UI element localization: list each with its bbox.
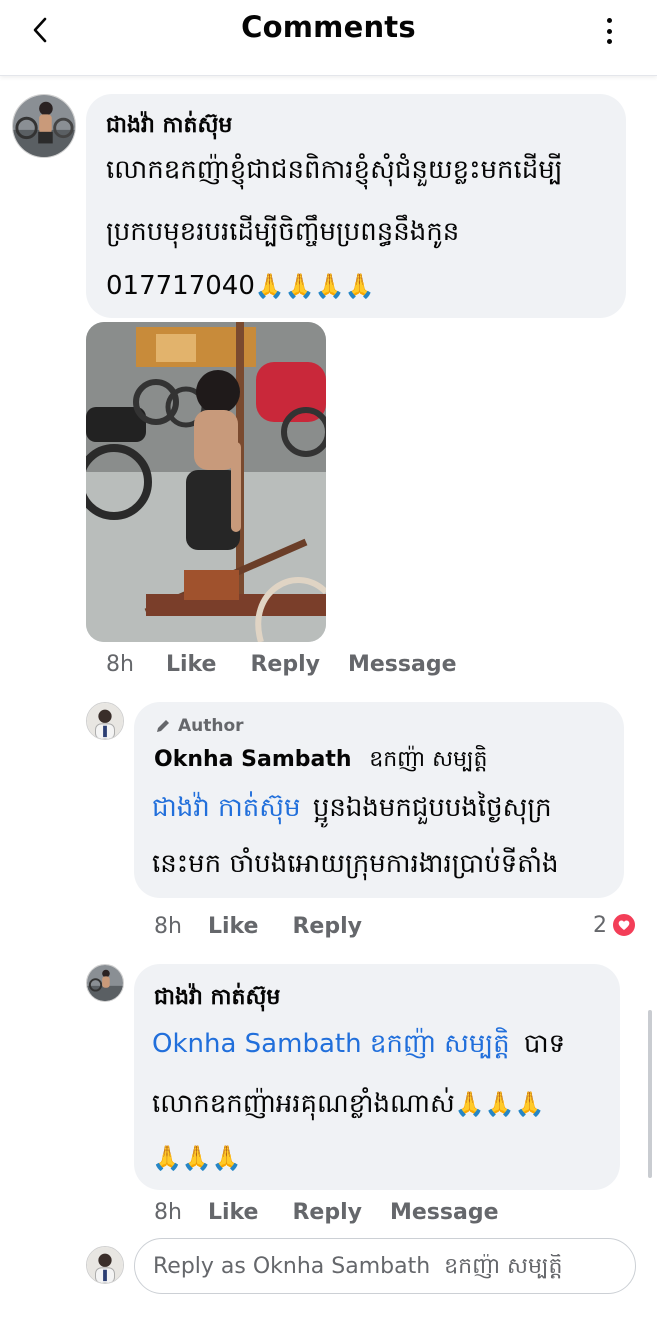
avatar[interactable]: [86, 702, 124, 740]
comment-bubble: Author Oknha Sambath ឧកញ៉ា សម្បត្តិ ជាងវ…: [134, 702, 624, 898]
like-button[interactable]: Like: [208, 1200, 259, 1225]
heart-icon: [611, 912, 637, 938]
comment-actions: 8h Like Reply Message: [154, 1200, 499, 1225]
comment-time: 8h: [106, 652, 134, 677]
author-badge: Author: [154, 716, 244, 736]
reaction-summary[interactable]: 2: [593, 912, 637, 938]
profile-photo: [13, 95, 75, 157]
comment-text-line: 017717040🙏🙏🙏🙏: [106, 264, 374, 308]
comment-time: 8h: [154, 1200, 182, 1225]
avatar[interactable]: [12, 94, 76, 158]
like-button[interactable]: Like: [208, 914, 259, 939]
comment-text-line: ប្រកបមុខរបរដើម្បីចិញ្ចឹមប្រពន្ធនឹងកូន: [106, 217, 460, 247]
praying-hands-emoji: 🙏🙏🙏🙏: [254, 272, 375, 300]
phone-number: 017717040: [106, 271, 255, 301]
scrollbar[interactable]: [648, 1010, 652, 1178]
mention-link[interactable]: ជាងវ៉ា កាត់ស៊ុម: [152, 793, 301, 823]
message-button[interactable]: Message: [348, 652, 457, 677]
comment-text: ប្អូនឯងមកជួបបងថ្ងៃសុក្រ: [312, 793, 552, 823]
comment-actions: 8h Like Reply: [154, 914, 362, 939]
profile-photo: [87, 1247, 123, 1283]
avatar[interactable]: [86, 964, 124, 1002]
mention-link[interactable]: Oknha Sambath ឧកញ៉ា សម្បត្តិ: [152, 1029, 510, 1059]
comment-text-line: 🙏🙏🙏: [152, 1136, 242, 1180]
comment-time: 8h: [154, 914, 182, 939]
dot-icon: [606, 18, 612, 23]
reply-button[interactable]: Reply: [250, 652, 320, 677]
comment-bubble: ជាងវ៉ា កាត់ស៊ុម លោកឧកញ៉ាខ្ញុំជាជនពិការខ្…: [86, 94, 626, 318]
profile-photo: [87, 703, 123, 739]
reply-button[interactable]: Reply: [292, 1200, 362, 1225]
profile-photo: [87, 965, 123, 1001]
reply-composer[interactable]: [134, 1238, 636, 1294]
attached-photo[interactable]: [86, 322, 326, 642]
pen-icon: [157, 720, 169, 732]
message-button[interactable]: Message: [390, 1200, 499, 1225]
author-badge-label: Author: [178, 716, 244, 736]
comment-author[interactable]: Oknha Sambath ឧកញ៉ា សម្បត្តិ: [154, 746, 488, 774]
avatar: [86, 1246, 124, 1284]
comment-author[interactable]: ជាងវ៉ា កាត់ស៊ុម: [106, 112, 232, 140]
comment-text-line: នេះមក ចាំបងអោយក្រុមការងារប្រាប់ទីតាំង: [152, 849, 559, 879]
heart-glyph: [618, 920, 630, 930]
comment-text-line: Oknha Sambath ឧកញ៉ា សម្បត្តិ បាទ: [152, 1022, 565, 1066]
like-button[interactable]: Like: [166, 652, 217, 677]
comment-bubble: ជាងវ៉ា កាត់ស៊ុម Oknha Sambath ឧកញ៉ា សម្ប…: [134, 964, 620, 1190]
reply-input[interactable]: [153, 1253, 635, 1279]
dot-icon: [606, 39, 612, 44]
top-bar: Comments: [0, 0, 657, 76]
page-title: Comments: [241, 10, 416, 44]
author-name-khmer: ឧកញ៉ា សម្បត្តិ: [369, 747, 488, 772]
comment-text-line: ជាងវ៉ា កាត់ស៊ុម ប្អូនឯងមកជួបបងថ្ងៃសុក្រ: [152, 786, 552, 830]
reply-button[interactable]: Reply: [292, 914, 362, 939]
comment-text: បាទ: [523, 1029, 566, 1059]
comment-author[interactable]: ជាងវ៉ា កាត់ស៊ុម: [154, 984, 280, 1012]
comment-text-line: លោកឧកញ៉ាអរគុណខ្លាំងណាស់🙏🙏🙏: [152, 1082, 544, 1126]
comment-actions: 8h Like Reply Message: [106, 652, 457, 677]
more-options-button[interactable]: [597, 14, 621, 48]
comment-text-line: លោកឧកញ៉ាខ្ញុំជាជនពិការខ្ញុំសុំជំនួយខ្លះម…: [106, 155, 563, 185]
author-name: Oknha Sambath: [154, 747, 352, 772]
reaction-count: 2: [593, 912, 607, 938]
praying-hands-emoji: 🙏🙏🙏: [454, 1090, 545, 1118]
photo-image: [86, 322, 326, 642]
dot-icon: [606, 28, 612, 34]
comment-text: លោកឧកញ៉ាអរគុណខ្លាំងណាស់: [152, 1089, 455, 1119]
praying-hands-emoji: 🙏🙏🙏: [152, 1144, 242, 1172]
